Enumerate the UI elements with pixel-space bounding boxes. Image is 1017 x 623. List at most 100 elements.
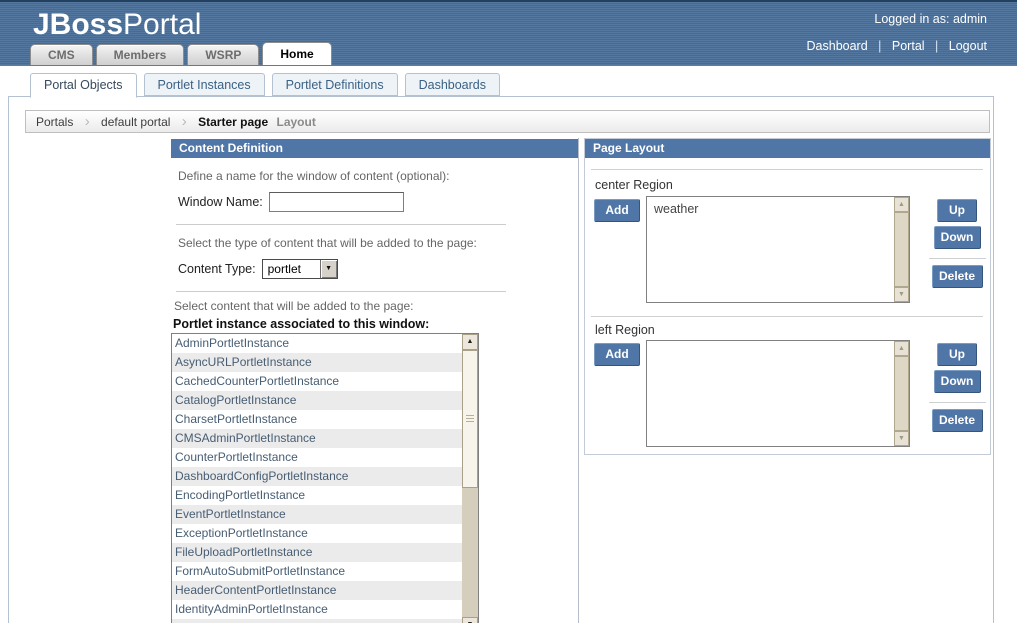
header-nav: Dashboard | Portal | Logout xyxy=(807,39,987,53)
button-divider xyxy=(929,402,986,403)
page-layout-panel: Page Layout center Region Add weather ▲ … xyxy=(584,138,991,455)
button-divider xyxy=(929,258,986,259)
left-region-buttons: Up Down Delete xyxy=(928,343,986,432)
chevron-right-icon: › xyxy=(182,113,187,130)
breadcrumb: Portals › default portal › Starter page … xyxy=(25,110,990,133)
jboss-portal-logo: JBossPortal xyxy=(33,8,201,42)
portlet-instance-option[interactable]: IdentityAdminPortletInstance xyxy=(172,600,462,619)
subtab-portal-objects[interactable]: Portal Objects xyxy=(30,73,137,98)
center-region-buttons: Up Down Delete xyxy=(928,199,986,288)
portlet-instance-option[interactable]: DashboardConfigPortletInstance xyxy=(172,467,462,486)
subtab-dashboards[interactable]: Dashboards xyxy=(405,73,500,96)
left-region-scrollbar[interactable]: ▲ ▼ xyxy=(894,341,909,446)
link-separator: | xyxy=(935,39,938,53)
left-region-delete-button[interactable]: Delete xyxy=(932,409,983,432)
logged-in-status: Logged in as: admin xyxy=(874,12,987,26)
portlet-instance-option[interactable]: EventPortletInstance xyxy=(172,505,462,524)
left-region-rows xyxy=(647,341,894,446)
scrollbar-grip xyxy=(466,415,474,422)
portlet-instance-option[interactable]: CachedCounterPortletInstance xyxy=(172,372,462,391)
scrollbar-thumb[interactable] xyxy=(462,350,478,488)
listbox-scrollbar[interactable]: ▲ ▼ xyxy=(462,334,478,623)
portlet-instance-option[interactable]: FormAutoSubmitPortletInstance xyxy=(172,562,462,581)
scrollbar-down-icon[interactable]: ▼ xyxy=(894,287,909,302)
center-region-delete-button[interactable]: Delete xyxy=(932,265,983,288)
center-region-listbox[interactable]: weather ▲ ▼ xyxy=(646,196,910,303)
breadcrumb-current-mode: Layout xyxy=(277,115,316,129)
center-region-add-button[interactable]: Add xyxy=(594,199,640,222)
portlet-instance-option[interactable]: CMSAdminPortletInstance xyxy=(172,429,462,448)
page-layout-title: Page Layout xyxy=(585,139,990,158)
window-name-row: Window Name: xyxy=(178,191,578,212)
scrollbar-thumb[interactable] xyxy=(894,356,909,431)
center-region-label: center Region xyxy=(595,178,673,192)
left-region-label: left Region xyxy=(595,323,655,337)
subtab-portlet-instances[interactable]: Portlet Instances xyxy=(144,73,265,96)
tab-cms[interactable]: CMS xyxy=(30,44,93,65)
logo-text-light: Portal xyxy=(123,8,201,41)
region-window-item[interactable]: weather xyxy=(647,197,894,216)
nav-link-portal[interactable]: Portal xyxy=(892,39,925,53)
center-region-rows: weather xyxy=(647,197,894,302)
header: JBossPortal Logged in as: admin Dashboar… xyxy=(0,0,1017,66)
main-tab-bar: CMS Members WSRP Home xyxy=(30,42,335,65)
content-definition-panel: Content Definition Define a name for the… xyxy=(171,139,578,623)
column-divider xyxy=(578,138,579,623)
portlet-instance-option[interactable]: IdentityUserPortletInstance xyxy=(172,619,462,623)
subtab-portlet-definitions[interactable]: Portlet Definitions xyxy=(272,73,398,96)
scrollbar-down-icon[interactable]: ▼ xyxy=(462,617,478,623)
region-divider xyxy=(591,316,983,317)
portlet-instance-rows: AdminPortletInstanceAsyncURLPortletInsta… xyxy=(172,334,462,623)
content-type-prompt: Select the type of content that will be … xyxy=(178,236,578,250)
scrollbar-down-icon[interactable]: ▼ xyxy=(894,431,909,446)
breadcrumb-default-portal[interactable]: default portal xyxy=(101,115,170,129)
scrollbar-up-icon[interactable]: ▲ xyxy=(462,334,478,350)
portlet-instance-option[interactable]: CharsetPortletInstance xyxy=(172,410,462,429)
content-type-selected-value: portlet xyxy=(263,260,320,278)
logo-text-bold: JBoss xyxy=(33,8,123,41)
nav-link-dashboard[interactable]: Dashboard xyxy=(807,39,868,53)
section-divider xyxy=(176,291,506,292)
window-name-input[interactable] xyxy=(269,192,404,212)
breadcrumb-portals[interactable]: Portals xyxy=(36,115,73,129)
tab-members[interactable]: Members xyxy=(96,44,185,65)
content-definition-title: Content Definition xyxy=(171,139,578,158)
chevron-right-icon: › xyxy=(85,113,90,130)
portlet-instance-listbox[interactable]: AdminPortletInstanceAsyncURLPortletInsta… xyxy=(171,333,479,623)
portlet-instance-option[interactable]: CatalogPortletInstance xyxy=(172,391,462,410)
center-region-up-button[interactable]: Up xyxy=(937,199,977,222)
region-divider xyxy=(591,169,983,170)
tab-wsrp[interactable]: WSRP xyxy=(187,44,259,65)
nav-link-logout[interactable]: Logout xyxy=(949,39,987,53)
select-content-prompt: Select content that will be added to the… xyxy=(174,299,578,313)
portlet-instance-option[interactable]: EncodingPortletInstance xyxy=(172,486,462,505)
portlet-instance-option[interactable]: HeaderContentPortletInstance xyxy=(172,581,462,600)
left-region-add-button[interactable]: Add xyxy=(594,343,640,366)
left-region-listbox[interactable]: ▲ ▼ xyxy=(646,340,910,447)
content-type-select[interactable]: portlet ▼ xyxy=(262,259,338,279)
scrollbar-thumb[interactable] xyxy=(894,212,909,287)
center-region-down-button[interactable]: Down xyxy=(934,226,981,249)
portlet-instance-option[interactable]: CounterPortletInstance xyxy=(172,448,462,467)
content-type-row: Content Type: portlet ▼ xyxy=(178,258,578,279)
left-region-down-button[interactable]: Down xyxy=(934,370,981,393)
portlet-instance-option[interactable]: FileUploadPortletInstance xyxy=(172,543,462,562)
portlet-instance-option[interactable]: AdminPortletInstance xyxy=(172,334,462,353)
scrollbar-up-icon[interactable]: ▲ xyxy=(894,197,909,212)
tab-home[interactable]: Home xyxy=(262,42,331,65)
portlet-instance-list-label: Portlet instance associated to this wind… xyxy=(173,317,578,331)
scrollbar-up-icon[interactable]: ▲ xyxy=(894,341,909,356)
window-name-label: Window Name: xyxy=(178,195,263,209)
content-type-label: Content Type: xyxy=(178,262,256,276)
content-area: Portals › default portal › Starter page … xyxy=(8,96,994,623)
breadcrumb-current-page: Starter page xyxy=(198,115,268,129)
portlet-instance-option[interactable]: ExceptionPortletInstance xyxy=(172,524,462,543)
left-region-up-button[interactable]: Up xyxy=(937,343,977,366)
dropdown-arrow-icon[interactable]: ▼ xyxy=(320,260,337,278)
portlet-instance-option[interactable]: AsyncURLPortletInstance xyxy=(172,353,462,372)
section-divider xyxy=(176,224,506,225)
center-region-scrollbar[interactable]: ▲ ▼ xyxy=(894,197,909,302)
link-separator: | xyxy=(878,39,881,53)
window-name-prompt: Define a name for the window of content … xyxy=(178,169,578,183)
jboss-portal-page: JBossPortal Logged in as: admin Dashboar… xyxy=(0,0,1017,623)
